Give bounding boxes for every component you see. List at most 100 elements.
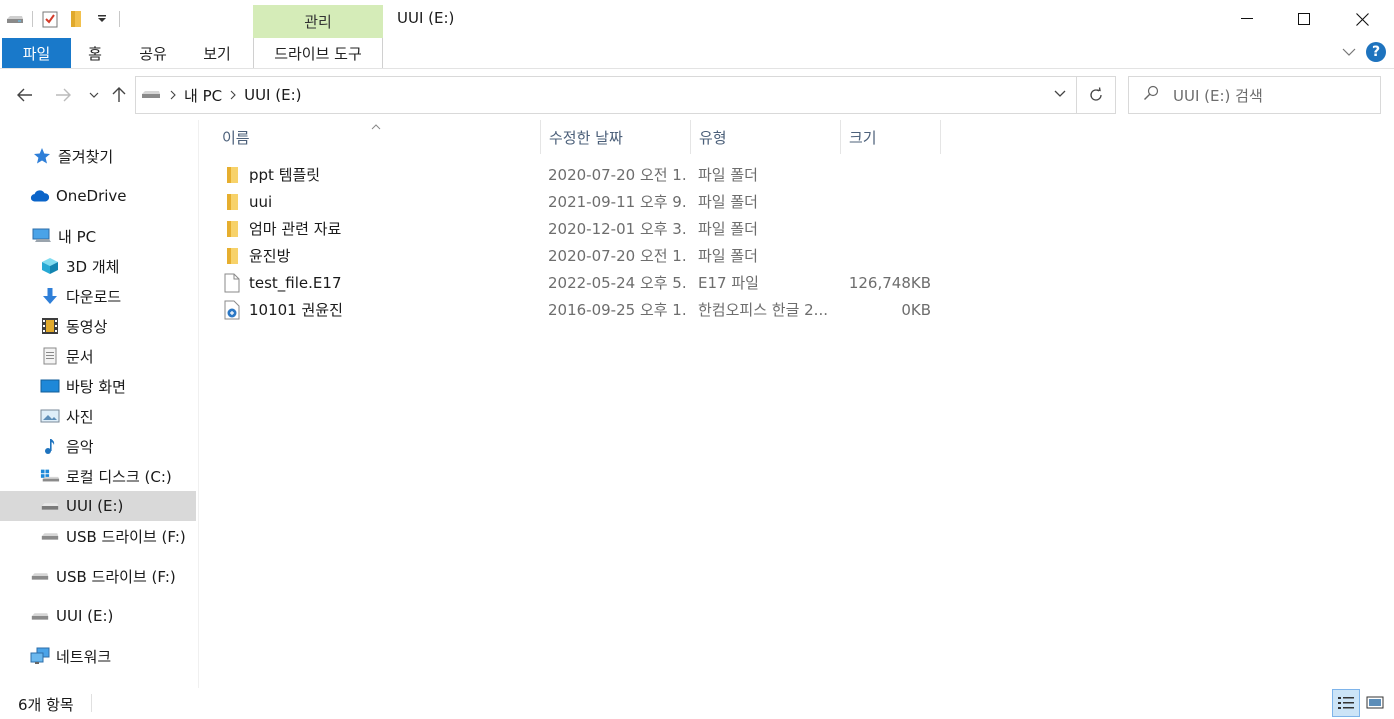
file-size: 0KB [901, 300, 931, 319]
manage-context-tab[interactable]: 관리 [253, 5, 383, 38]
breadcrumb-this-pc[interactable]: 내 PC [184, 85, 222, 106]
file-date: 2016-09-25 오후 1... [548, 301, 688, 319]
cube-icon [40, 256, 60, 276]
column-header-name[interactable]: 이름 [214, 120, 541, 154]
file-size [842, 215, 931, 242]
minimize-icon [1241, 18, 1253, 19]
qat-separator [119, 11, 120, 27]
drive-icon [30, 606, 50, 626]
column-header-type[interactable]: 유형 [691, 120, 841, 154]
customize-qat-icon[interactable] [93, 10, 111, 28]
tab-drive-tools[interactable]: 드라이브 도구 [253, 38, 383, 68]
breadcrumb: 내 PC UUI (E:) [136, 85, 301, 106]
sidebar-item-documents[interactable]: 문서 [0, 341, 196, 371]
address-dropdown-icon[interactable] [1054, 86, 1066, 102]
table-row[interactable]: 엄마 관련 자료 2020-12-01 오후 3... 파일 폴더 [222, 215, 942, 242]
folder-icon [222, 193, 242, 211]
tab-file[interactable]: 파일 [2, 38, 71, 68]
table-row[interactable]: ppt 템플릿 2020-07-20 오전 1... 파일 폴더 [222, 161, 942, 188]
folder-icon [222, 220, 242, 238]
table-row[interactable]: uui 2021-09-11 오후 9... 파일 폴더 [222, 188, 942, 215]
help-icon[interactable]: ? [1366, 42, 1386, 62]
sidebar-item-label: USB 드라이브 (F:) [66, 527, 186, 546]
file-type: 파일 폴더 [698, 193, 758, 211]
back-button[interactable] [13, 83, 37, 107]
drive-icon [40, 526, 60, 546]
chevron-right-icon[interactable] [230, 86, 236, 104]
column-header-size[interactable]: 크기 [841, 120, 941, 154]
sidebar-item-uui-drive[interactable]: UUI (E:) [0, 491, 196, 521]
sidebar-item-label: 사진 [66, 407, 94, 426]
table-row[interactable]: 10101 권윤진 2016-09-25 오후 1... 한컴오피스 한글 2.… [222, 296, 942, 323]
file-name: test_file.E17 [249, 273, 342, 292]
sidebar-item-label: 문서 [66, 347, 94, 366]
sidebar-item-this-pc[interactable]: 내 PC [0, 221, 196, 251]
refresh-button[interactable] [1077, 76, 1116, 114]
sidebar-item-local-disk-c[interactable]: 로컬 디스크 (C:) [0, 461, 196, 491]
computer-icon [32, 226, 52, 246]
sidebar-item-onedrive[interactable]: OneDrive [0, 181, 196, 211]
sidebar-item-usb-drive-f[interactable]: USB 드라이브 (F:) [0, 521, 196, 551]
properties-icon[interactable] [41, 10, 59, 28]
music-note-icon [40, 436, 60, 456]
star-icon [32, 146, 52, 166]
sidebar-item-quick-access[interactable]: 즐겨찾기 [0, 141, 196, 171]
search-placeholder: UUI (E:) 검색 [1173, 86, 1263, 105]
drive-icon [6, 10, 24, 28]
recent-locations-button[interactable] [82, 83, 106, 107]
sidebar-item-downloads[interactable]: 다운로드 [0, 281, 196, 311]
download-arrow-icon [40, 286, 60, 306]
sidebar-item-3d-objects[interactable]: 3D 개체 [0, 251, 196, 281]
tab-home[interactable]: 홈 [80, 38, 110, 68]
sidebar-item-label: 음악 [66, 437, 94, 456]
sidebar-item-network[interactable]: 네트워크 [0, 641, 196, 671]
sidebar-item-label: USB 드라이브 (F:) [56, 567, 176, 586]
file-name: uui [249, 192, 273, 211]
film-icon [40, 316, 60, 336]
sidebar-item-videos[interactable]: 동영상 [0, 311, 196, 341]
file-type: 파일 폴더 [698, 166, 758, 184]
large-icons-view-button[interactable] [1361, 689, 1389, 717]
ribbon-controls: ? [1342, 42, 1386, 62]
chevron-right-icon[interactable] [170, 86, 176, 104]
close-button[interactable] [1333, 0, 1391, 38]
forward-button[interactable] [51, 83, 75, 107]
sidebar-item-music[interactable]: 음악 [0, 431, 196, 461]
expand-ribbon-icon[interactable] [1342, 44, 1356, 60]
sidebar-item-label: 동영상 [66, 317, 108, 336]
new-folder-icon[interactable] [67, 10, 85, 28]
navigation-pane: 즐겨찾기 OneDrive 내 PC 3D 개체 다운로드 동영상 문서 바탕 … [0, 120, 199, 688]
drive-icon [30, 566, 50, 586]
column-header-date[interactable]: 수정한 날짜 [541, 120, 691, 154]
sidebar-item-desktop[interactable]: 바탕 화면 [0, 371, 196, 401]
document-icon [40, 346, 60, 366]
details-view-button[interactable] [1332, 689, 1360, 717]
sidebar-item-usb-drive-root[interactable]: USB 드라이브 (F:) [0, 561, 196, 591]
details-view-icon [1338, 697, 1354, 709]
sidebar-item-label: 로컬 디스크 (C:) [66, 467, 172, 486]
maximize-button[interactable] [1275, 0, 1333, 38]
qat-separator [32, 11, 33, 27]
search-icon [1143, 85, 1159, 105]
address-bar[interactable]: 내 PC UUI (E:) [135, 76, 1077, 114]
status-bar: 6개 항목 [0, 688, 1394, 719]
table-row[interactable]: test_file.E17 2022-05-24 오후 5... E17 파일 … [222, 269, 942, 296]
windows-drive-icon [40, 466, 60, 486]
sidebar-item-label: UUI (E:) [56, 607, 114, 625]
picture-icon [40, 406, 60, 426]
breadcrumb-uui-drive[interactable]: UUI (E:) [244, 86, 301, 104]
sidebar-item-pictures[interactable]: 사진 [0, 401, 196, 431]
file-type: 파일 폴더 [698, 220, 758, 238]
file-type: 한컴오피스 한글 2... [698, 301, 828, 319]
file-list: 이름 수정한 날짜 유형 크기 ppt 템플릿 2020-07-20 오전 1.… [200, 120, 1394, 688]
table-row[interactable]: 윤진방 2020-07-20 오전 1... 파일 폴더 [222, 242, 942, 269]
tab-share[interactable]: 공유 [133, 38, 173, 68]
search-input[interactable]: UUI (E:) 검색 [1128, 76, 1381, 114]
file-size: 126,748KB [848, 273, 931, 292]
sidebar-item-uui-root[interactable]: UUI (E:) [0, 601, 196, 631]
tab-view[interactable]: 보기 [197, 38, 237, 68]
up-button[interactable] [107, 83, 131, 107]
minimize-button[interactable] [1218, 0, 1276, 38]
title-bar: 관리 UUI (E:) [0, 0, 1394, 38]
sidebar-item-label: 바탕 화면 [66, 377, 126, 396]
